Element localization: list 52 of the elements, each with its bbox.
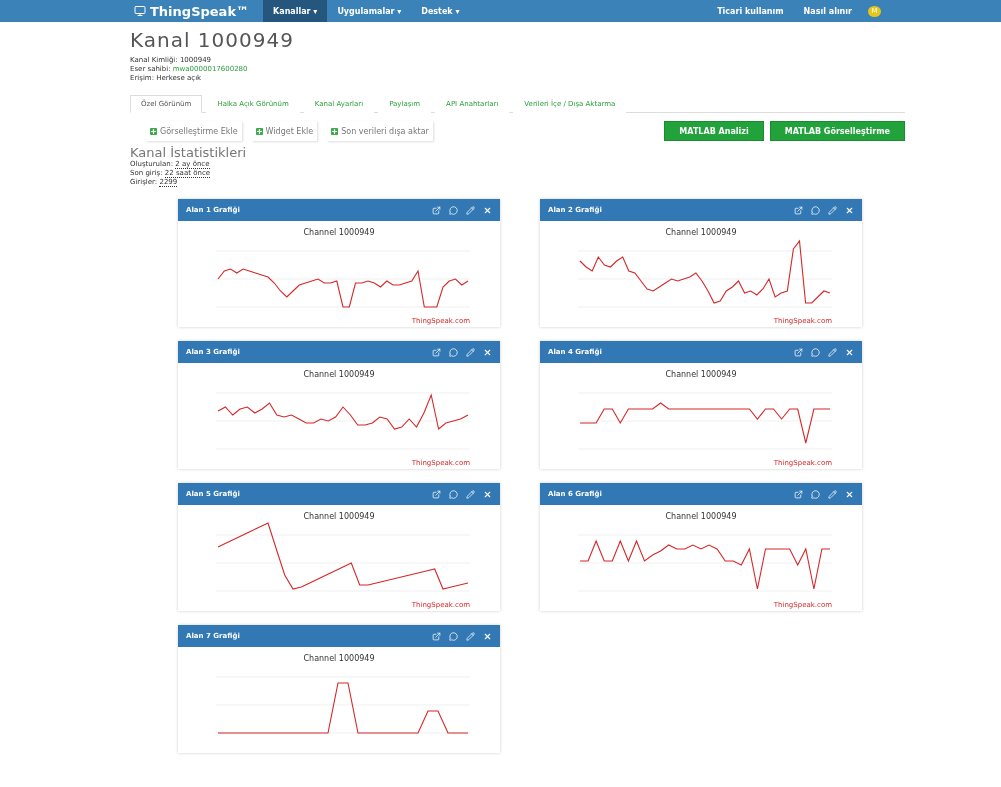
comment-icon[interactable] <box>811 489 820 499</box>
action-button[interactable]: Görselleştirme Ekle <box>146 121 242 141</box>
pencil-icon[interactable] <box>828 205 837 215</box>
external-link-icon[interactable] <box>794 205 803 215</box>
close-icon[interactable] <box>845 489 854 499</box>
pencil-icon[interactable] <box>466 631 475 641</box>
close-icon[interactable] <box>845 205 854 215</box>
plus-icon <box>255 127 263 135</box>
chart-title: Channel 1000949 <box>303 654 375 663</box>
chart-title: Channel 1000949 <box>303 228 375 237</box>
close-icon[interactable] <box>483 631 492 641</box>
external-link-icon[interactable] <box>432 489 441 499</box>
pencil-icon[interactable] <box>828 347 837 357</box>
channel-title: Kanal 1000949 <box>130 28 295 52</box>
matlab-button[interactable]: MATLAB Analizi <box>664 121 764 141</box>
comment-icon[interactable] <box>811 347 820 357</box>
comment-icon[interactable] <box>811 205 820 215</box>
chart-title: Channel 1000949 <box>665 512 737 521</box>
plus-icon <box>331 127 339 135</box>
action-button[interactable]: Son verileri dışa aktar <box>327 121 433 141</box>
close-icon[interactable] <box>483 489 492 499</box>
nav-menu[interactable]: Uygulamalar ▾ <box>327 0 412 22</box>
nav-menu[interactable]: Kanallar ▾ <box>263 0 328 22</box>
stats-title: Kanal İstatistikleri <box>130 145 248 160</box>
pencil-icon[interactable] <box>466 489 475 499</box>
close-icon[interactable] <box>483 347 492 357</box>
external-link-icon[interactable] <box>432 631 441 641</box>
external-link-icon[interactable] <box>794 347 803 357</box>
comment-icon[interactable] <box>449 631 458 641</box>
external-link-icon[interactable] <box>794 489 803 499</box>
nav-link[interactable]: Nasıl alınır <box>793 0 862 22</box>
external-link-icon[interactable] <box>432 347 441 357</box>
chart-title: Channel 1000949 <box>303 512 375 521</box>
pencil-icon[interactable] <box>466 205 475 215</box>
nav-menu[interactable]: Destek ▾ <box>411 0 470 22</box>
chart-title: Channel 1000949 <box>665 228 737 237</box>
pencil-icon[interactable] <box>466 347 475 357</box>
chart-title: Channel 1000949 <box>303 370 375 379</box>
comment-icon[interactable] <box>449 489 458 499</box>
close-icon[interactable] <box>483 205 492 215</box>
external-link-icon[interactable] <box>432 205 441 215</box>
close-icon[interactable] <box>845 347 854 357</box>
chart-title: Channel 1000949 <box>665 370 737 379</box>
logo[interactable]: ThingSpeak™ <box>134 0 250 22</box>
comment-icon[interactable] <box>449 205 458 215</box>
pencil-icon[interactable] <box>828 489 837 499</box>
monitor-icon <box>134 5 146 17</box>
plus-icon <box>150 127 157 135</box>
action-button[interactable]: Widget Ekle <box>251 121 318 141</box>
nav-link[interactable]: Ticari kullanım <box>707 0 794 22</box>
matlab-button[interactable]: MATLAB Görselleştirme <box>769 121 905 141</box>
comment-icon[interactable] <box>449 347 458 357</box>
